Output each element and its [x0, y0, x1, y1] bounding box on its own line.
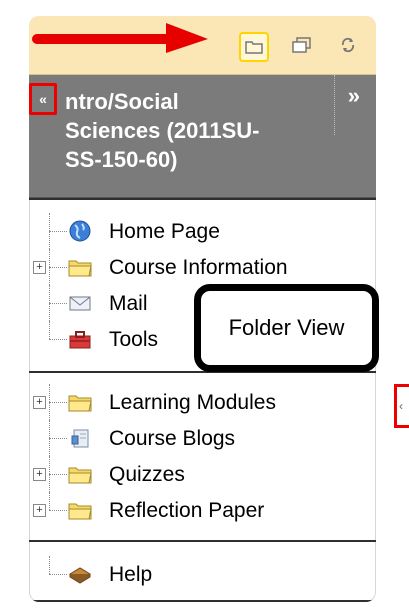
refresh-icon — [341, 37, 355, 53]
menu-item-label: Home Page — [109, 220, 220, 243]
menu-item-label: Tools — [109, 328, 159, 351]
menu-group-help: Help — [29, 556, 376, 592]
folder-icon — [68, 467, 92, 484]
annotation-box: ‹ — [394, 384, 409, 428]
collapse-side-icon: ‹ — [399, 399, 403, 413]
annotation-arrow-icon — [32, 23, 208, 53]
mail-icon — [69, 296, 91, 311]
menu-divider — [29, 540, 376, 542]
refresh-button[interactable] — [335, 32, 361, 58]
menu-item-quizzes[interactable]: + Quizzes — [29, 456, 376, 492]
window-view-button[interactable] — [289, 32, 315, 58]
expand-icon: » — [347, 83, 360, 108]
menu-item-label: Course Information — [109, 256, 288, 279]
menu-divider — [29, 198, 376, 200]
folder-icon — [68, 395, 92, 412]
folder-view-button[interactable] — [239, 32, 269, 62]
menu-item-help[interactable]: Help — [29, 556, 376, 592]
folder-icon — [68, 503, 92, 520]
window-icon — [292, 37, 311, 53]
menu-item-label: Help — [109, 563, 153, 586]
menu-item-learning-modules[interactable]: + Learning Modules — [29, 384, 376, 420]
globe-icon — [69, 220, 91, 242]
menu-item-course-information[interactable]: + Course Information — [29, 249, 376, 285]
collapse-menu-button[interactable]: « — [29, 83, 57, 115]
toolbox-icon — [69, 331, 91, 349]
menu-item-label: Mail — [109, 292, 148, 315]
menu-item-home-page[interactable]: Home Page — [29, 213, 376, 249]
expand-plus-icon[interactable]: + — [33, 396, 46, 409]
expand-menu-button[interactable]: » — [348, 83, 360, 109]
folder-view-tooltip: Folder View — [194, 284, 379, 372]
expand-plus-icon[interactable]: + — [33, 261, 46, 274]
folder-icon — [245, 41, 263, 54]
collapse-icon: « — [39, 91, 47, 107]
expand-plus-icon[interactable]: + — [33, 504, 46, 517]
tooltip-text: Folder View — [228, 315, 345, 340]
expand-plus-icon[interactable]: + — [33, 468, 46, 481]
menu-item-label: Quizzes — [109, 463, 185, 486]
menu-item-label: Course Blogs — [109, 427, 236, 450]
menu-divider — [29, 600, 376, 602]
folder-icon — [68, 260, 92, 277]
course-title[interactable]: ntro/Social Sciences (2011SU- SS-150-60) — [65, 87, 335, 174]
menu-group-content: + Learning Modules Course Blogs + Quizze… — [29, 384, 376, 528]
menu-item-label: Reflection Paper — [109, 499, 265, 522]
divider — [334, 75, 336, 135]
blog-icon — [71, 429, 89, 448]
menu-item-course-blogs[interactable]: Course Blogs — [29, 420, 376, 456]
help-book-icon — [69, 567, 91, 584]
menu-item-label: Learning Modules — [109, 391, 276, 414]
menu-item-reflection-paper[interactable]: + Reflection Paper — [29, 492, 376, 528]
course-header: « ntro/Social Sciences (2011SU- SS-150-6… — [29, 75, 376, 199]
